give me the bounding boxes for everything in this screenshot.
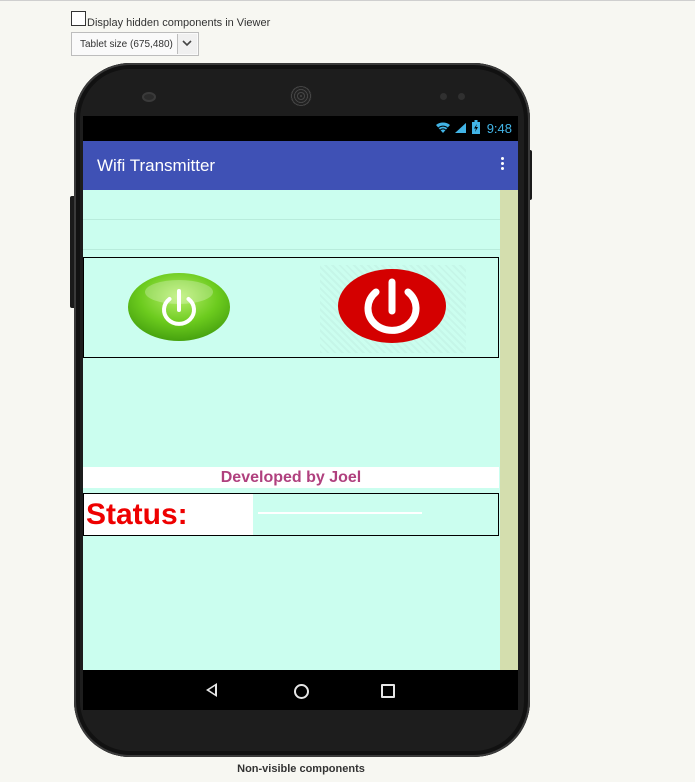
home-icon[interactable] <box>294 684 309 699</box>
overflow-menu-icon[interactable] <box>496 157 508 175</box>
top-divider <box>0 0 695 1</box>
status-value <box>258 512 422 514</box>
layout-divider <box>83 219 500 220</box>
navigation-bar <box>83 670 518 710</box>
status-bar: 9:48 <box>83 116 518 141</box>
signal-icon <box>454 121 468 137</box>
sensor-icon <box>440 93 447 100</box>
status-time: 9:48 <box>486 121 512 137</box>
chevron-down-icon[interactable] <box>177 34 197 54</box>
power-off-icon <box>338 269 446 343</box>
power-on-button[interactable] <box>127 272 231 342</box>
power-off-button[interactable] <box>337 268 447 344</box>
sensor-icon <box>458 93 465 100</box>
developer-label: Developed by Joel <box>83 467 499 488</box>
recent-apps-icon[interactable] <box>381 684 395 698</box>
status-label: Status: <box>84 494 253 535</box>
battery-icon <box>472 120 481 137</box>
hidden-components-checkbox[interactable] <box>71 11 86 26</box>
screen-size-select[interactable]: Tablet size (675,480) <box>71 32 199 56</box>
wifi-icon <box>435 121 451 137</box>
power-on-icon <box>128 273 230 341</box>
speaker-icon <box>290 86 312 106</box>
layout-divider <box>83 249 500 250</box>
back-icon-inner <box>209 686 215 694</box>
hidden-components-label: Display hidden components in Viewer <box>87 17 271 29</box>
camera-icon <box>142 92 156 102</box>
non-visible-components-label: Non-visible components <box>237 763 365 775</box>
scrollbar[interactable] <box>500 190 518 670</box>
screen-size-value: Tablet size (675,480) <box>80 39 173 50</box>
app-title: Wifi Transmitter <box>97 156 216 175</box>
app-bar: Wifi Transmitter <box>83 141 518 190</box>
